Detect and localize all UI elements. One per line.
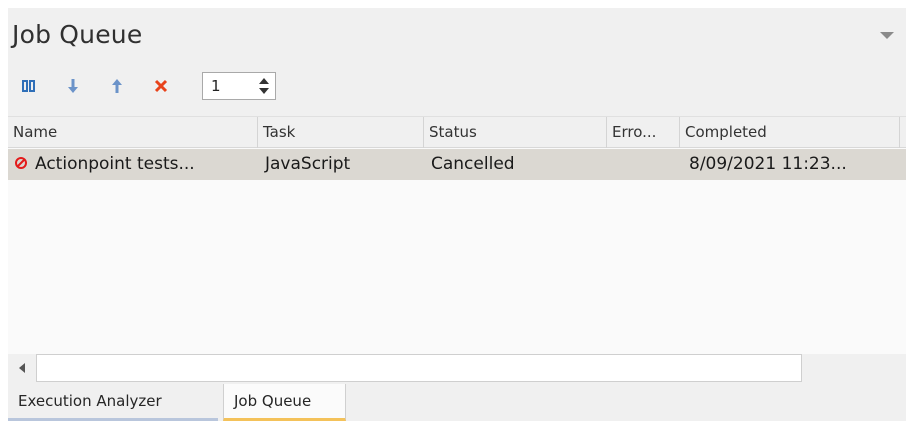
column-header-task[interactable]: Task: [258, 117, 424, 148]
column-header-completed[interactable]: Completed: [680, 117, 900, 148]
column-header-name[interactable]: Name: [8, 117, 258, 148]
tab-bar: Execution Analyzer Job Queue: [8, 384, 906, 421]
job-completed-cell: 8/09/2021 11:23...: [689, 154, 847, 174]
column-header-error[interactable]: Erro...: [607, 117, 680, 148]
stepper-arrows-icon[interactable]: [257, 75, 271, 97]
column-header-status[interactable]: Status: [424, 117, 607, 148]
delete-button[interactable]: [150, 74, 172, 98]
scrollbar-track[interactable]: [36, 354, 802, 382]
cancelled-icon: [15, 157, 27, 169]
toolbar: 1: [8, 70, 906, 102]
move-down-button[interactable]: [62, 74, 84, 98]
pause-icon: [22, 80, 35, 92]
job-queue-panel: Job Queue 1 Name Task Status Erro... Com…: [8, 8, 906, 421]
job-error-cell: [608, 149, 680, 180]
job-name-cell: Actionpoint tests...: [35, 154, 195, 174]
tab-execution-analyzer[interactable]: Execution Analyzer: [8, 384, 218, 421]
table-header: Name Task Status Erro... Completed: [8, 117, 906, 148]
concurrency-stepper[interactable]: 1: [202, 72, 276, 100]
move-up-button[interactable]: [106, 74, 128, 98]
chevron-left-icon: [19, 363, 25, 373]
panel-menu-dropdown-icon[interactable]: [880, 32, 894, 39]
tab-job-queue[interactable]: Job Queue: [223, 384, 346, 421]
panel-title-bar: Job Queue: [8, 8, 906, 64]
job-list: Name Task Status Erro... Completed Actio…: [8, 116, 906, 354]
panel-title: Job Queue: [12, 20, 143, 49]
arrow-up-icon: [112, 79, 122, 93]
job-task-cell: JavaScript: [265, 154, 351, 174]
arrow-down-icon: [68, 79, 78, 93]
x-icon: [154, 79, 168, 93]
scroll-left-button[interactable]: [8, 354, 36, 382]
stepper-value: 1: [211, 77, 221, 95]
table-row[interactable]: Actionpoint tests... JavaScript Cancelle…: [8, 149, 906, 180]
job-status-cell: Cancelled: [431, 154, 515, 174]
horizontal-scrollbar[interactable]: [8, 354, 906, 382]
pause-button[interactable]: [18, 74, 40, 98]
